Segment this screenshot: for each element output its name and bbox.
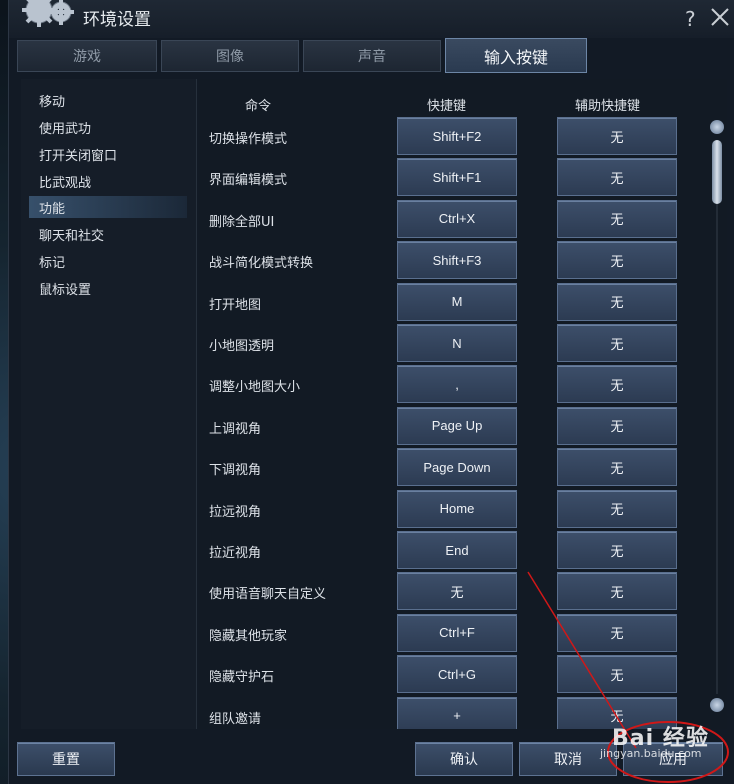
reset-button[interactable]: 重置 (17, 742, 115, 776)
alt-shortcut-key-button[interactable]: 无 (557, 448, 677, 487)
keybinding-row: 删除全部UI Ctrl+X 无 (199, 199, 699, 240)
shortcut-key-button[interactable]: Page Up (397, 406, 517, 445)
shortcut-key-button[interactable]: M (397, 282, 517, 321)
command-label: 组队邀请 (209, 711, 262, 727)
tab-bar: 游戏 图像 声音 输入按键 (17, 38, 727, 73)
alt-shortcut-key-button[interactable]: 无 (557, 117, 677, 155)
settings-window: 环境设置 ? 游戏 图像 声音 输入按键 移动 使用武功 打开关闭窗口 比武观战… (8, 0, 734, 784)
shortcut-key-button[interactable]: Ctrl+X (397, 199, 517, 238)
alt-shortcut-key-button[interactable]: 无 (557, 489, 677, 528)
alt-shortcut-key-button[interactable]: 无 (557, 282, 677, 321)
shortcut-key-button[interactable]: Ctrl+G (397, 655, 517, 694)
command-label: 界面编辑模式 (209, 173, 288, 189)
category-chat-social[interactable]: 聊天和社交 (29, 223, 187, 245)
command-label: 打开地图 (209, 297, 262, 313)
column-header-command: 命令 (245, 99, 272, 114)
command-label: 隐藏守护石 (209, 670, 275, 686)
command-label: 小地图透明 (209, 339, 275, 354)
alt-shortcut-key-button[interactable]: 无 (557, 531, 677, 569)
shortcut-key-button[interactable]: Shift+F2 (397, 117, 517, 155)
gear-icon (22, 0, 74, 27)
alt-shortcut-key-button[interactable]: 无 (557, 324, 677, 362)
shortcut-key-button[interactable]: Page Down (397, 448, 517, 487)
keybinding-row: 切换操作模式 Shift+F2 无 (199, 117, 699, 157)
shortcut-key-button[interactable]: Ctrl+F (397, 613, 517, 652)
keybinding-row: 隐藏其他玩家 Ctrl+F 无 (199, 613, 699, 654)
keybinding-row: 小地图透明 N 无 (199, 324, 699, 364)
category-marker[interactable]: 标记 (29, 250, 187, 272)
scrollbar[interactable] (707, 118, 727, 718)
alt-shortcut-key-button[interactable]: 无 (557, 655, 677, 694)
tab-sound[interactable]: 声音 (303, 40, 441, 72)
alt-shortcut-key-button[interactable]: 无 (557, 406, 677, 445)
alt-shortcut-key-button[interactable]: 无 (557, 199, 677, 238)
scroll-rail (716, 204, 718, 694)
scroll-down-icon[interactable] (710, 698, 724, 712)
category-move[interactable]: 移动 (29, 89, 187, 111)
shortcut-key-button[interactable]: N (397, 324, 517, 362)
scroll-thumb[interactable] (712, 140, 722, 204)
category-mouse-settings[interactable]: 鼠标设置 (29, 277, 187, 299)
command-label: 战斗简化模式转换 (209, 256, 314, 272)
category-windows[interactable]: 打开关闭窗口 (29, 143, 187, 165)
shortcut-key-button[interactable]: End (397, 531, 517, 569)
keybinding-panel: 命令 快捷键 辅助快捷键 切换操作模式 Shift+F2 无界面编辑模式 Shift+… (199, 79, 727, 729)
category-martial-skills[interactable]: 使用武功 (29, 116, 187, 138)
command-label: 下调视角 (209, 463, 262, 479)
command-label: 删除全部UI (209, 214, 275, 230)
shortcut-key-button[interactable]: Shift+F3 (397, 241, 517, 280)
command-label: 上调视角 (209, 421, 262, 437)
alt-shortcut-key-button[interactable]: 无 (557, 572, 677, 611)
shortcut-key-button[interactable]: Home (397, 489, 517, 528)
window-title: 环境设置 (83, 10, 151, 30)
close-icon[interactable] (709, 6, 731, 28)
keybinding-row: 拉远视角 Home 无 (199, 489, 699, 530)
command-label: 拉近视角 (209, 546, 262, 561)
column-header-alt-shortcut: 辅助快捷键 (575, 99, 641, 114)
confirm-button[interactable]: 确认 (415, 742, 513, 776)
tab-input-keys[interactable]: 输入按键 (445, 38, 587, 73)
keybinding-row: 使用语音聊天自定义 无 无 (199, 572, 699, 612)
category-panel: 移动 使用武功 打开关闭窗口 比武观战 功能 聊天和社交 标记 鼠标设置 (21, 79, 197, 729)
command-label: 使用语音聊天自定义 (209, 587, 327, 603)
keybinding-row: 界面编辑模式 Shift+F1 无 (199, 158, 699, 198)
scroll-up-icon[interactable] (710, 120, 724, 134)
keybinding-row: 打开地图 M 无 (199, 282, 699, 323)
alt-shortcut-key-button[interactable]: 无 (557, 613, 677, 652)
category-duel-spectate[interactable]: 比武观战 (29, 170, 187, 192)
command-label: 隐藏其他玩家 (209, 628, 288, 644)
alt-shortcut-key-button[interactable]: 无 (557, 365, 677, 404)
watermark-url: jingyan.baidu.com (600, 747, 702, 760)
alt-shortcut-key-button[interactable]: 无 (557, 158, 677, 197)
keybinding-row: 调整小地图大小, 无 (199, 365, 699, 405)
shortcut-key-button[interactable]: 无 (397, 572, 517, 611)
shortcut-key-button[interactable]: + (397, 696, 517, 729)
category-function[interactable]: 功能 (29, 196, 187, 218)
keybinding-row: 上调视角 Page Up 无 (199, 406, 699, 447)
command-label: 切换操作模式 (209, 132, 288, 147)
tab-game[interactable]: 游戏 (17, 40, 157, 72)
column-header-shortcut: 快捷键 (427, 99, 467, 114)
shortcut-key-button[interactable]: , (397, 365, 517, 404)
title-bar[interactable]: 环境设置 ? (9, 0, 734, 38)
help-icon[interactable]: ? (685, 7, 696, 31)
command-label: 拉远视角 (209, 504, 262, 520)
shortcut-key-button[interactable]: Shift+F1 (397, 158, 517, 197)
tab-graphics[interactable]: 图像 (161, 40, 299, 72)
keybinding-row: 隐藏守护石 Ctrl+G 无 (199, 655, 699, 695)
keybinding-row: 拉近视角 End 无 (199, 531, 699, 571)
alt-shortcut-key-button[interactable]: 无 (557, 241, 677, 280)
keybinding-row: 下调视角 Page Down 无 (199, 448, 699, 488)
command-label: 调整小地图大小 (209, 380, 301, 396)
keybinding-row: 战斗简化模式转换 Shift+F3 无 (199, 241, 699, 281)
